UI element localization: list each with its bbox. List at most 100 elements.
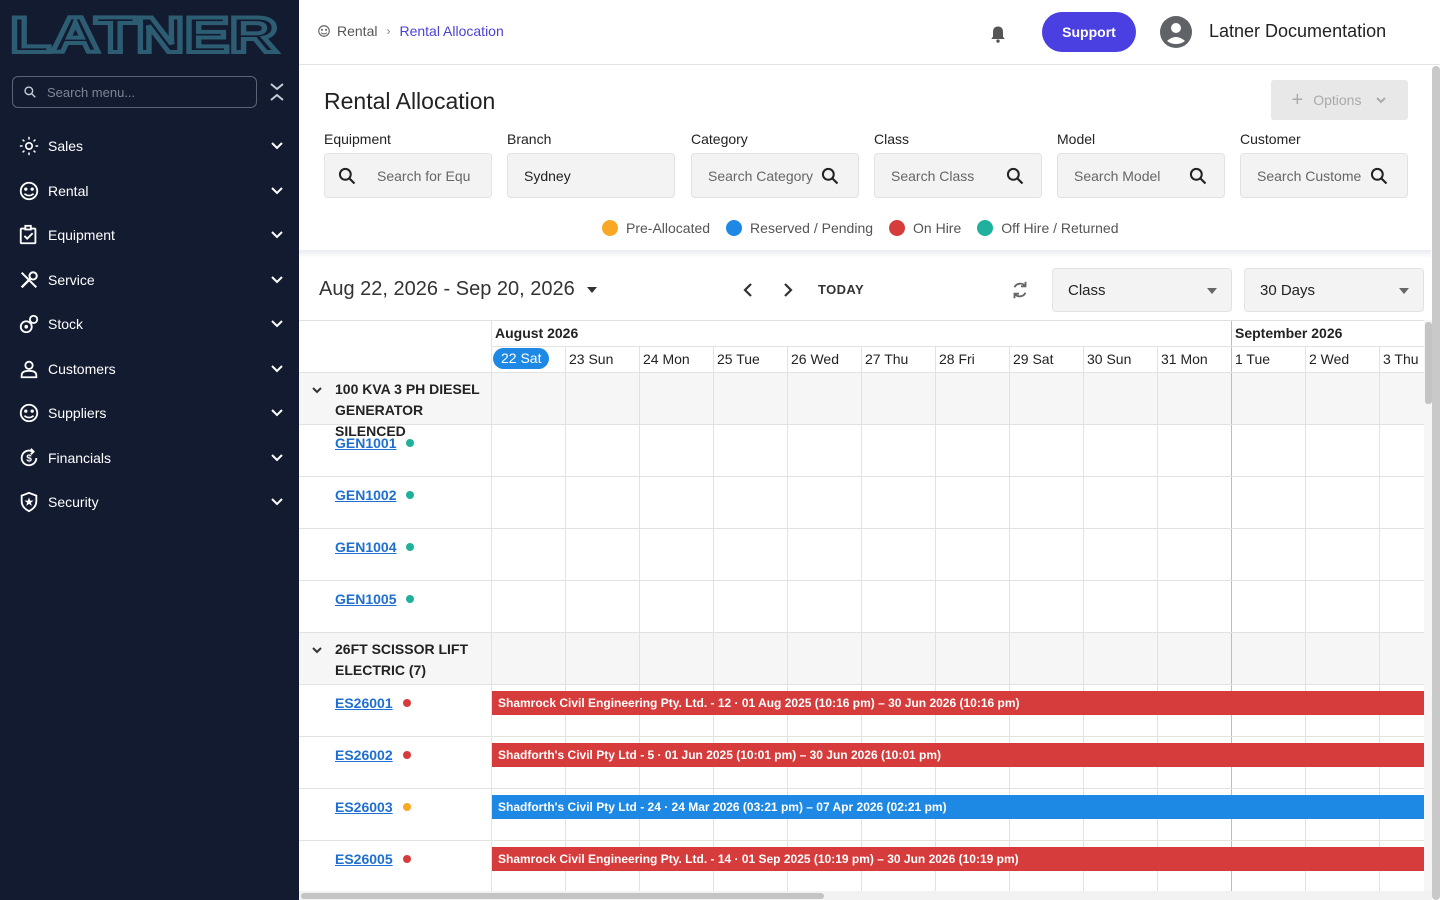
legend-on-hire: On Hire — [889, 220, 961, 236]
day-label[interactable]: 30 Sun — [1087, 351, 1131, 367]
sidebar-item-rental[interactable]: Rental — [0, 171, 299, 211]
branch-filter[interactable]: Sydney — [507, 153, 675, 198]
period-value: 30 Days — [1260, 281, 1316, 299]
horizontal-scroll-thumb[interactable] — [301, 893, 824, 899]
equipment-link[interactable]: GEN1005 — [335, 591, 415, 607]
customer-search-input[interactable] — [1257, 167, 1369, 184]
booking-bar[interactable]: Shadforth's Civil Pty Ltd - 5 · 01 Jun 2… — [492, 743, 1424, 767]
category-search-input[interactable] — [708, 167, 820, 184]
group-title: 100 KVA 3 PH DIESEL GENERATOR SILENCED — [335, 381, 480, 439]
legend-pre-allocated: Pre-Allocated — [602, 220, 710, 236]
chevron-down-icon[interactable] — [311, 384, 323, 396]
chevron-down-icon — [271, 409, 283, 417]
search-menu-input[interactable] — [47, 84, 227, 100]
latner-logo[interactable]: LATNER — [10, 6, 282, 60]
day-label[interactable]: 31 Mon — [1161, 351, 1208, 367]
sidebar-item-sales[interactable]: Sales — [0, 126, 299, 166]
status-dot — [402, 699, 411, 707]
equipment-search-input[interactable] — [377, 167, 477, 184]
chevron-down-icon — [271, 142, 283, 150]
chevron-down-icon — [271, 454, 283, 462]
options-button[interactable]: + Options — [1271, 80, 1408, 120]
page-scroll-thumb[interactable] — [1432, 66, 1440, 900]
status-dot — [402, 751, 411, 759]
group-by-value: Class — [1068, 281, 1106, 299]
search-icon[interactable] — [1188, 166, 1208, 186]
equipment-link[interactable]: ES26005 — [335, 851, 411, 867]
avatar[interactable] — [1160, 16, 1192, 48]
svg-text:$: $ — [26, 454, 32, 465]
day-label[interactable]: 28 Fri — [939, 351, 975, 367]
sidebar-item-suppliers[interactable]: Suppliers — [0, 393, 299, 433]
day-label[interactable]: 26 Wed — [791, 351, 839, 367]
search-icon[interactable] — [1369, 166, 1389, 186]
collapse-icon[interactable] — [268, 82, 286, 102]
sidebar-item-customers[interactable]: Customers — [0, 349, 299, 389]
day-label[interactable]: 23 Sun — [569, 351, 613, 367]
equipment-id[interactable]: GEN1004 — [335, 539, 396, 555]
day-label[interactable]: 1 Tue — [1235, 351, 1270, 367]
equipment-id[interactable]: ES26003 — [335, 799, 393, 815]
booking-bar[interactable]: Shamrock Civil Engineering Pty. Ltd. - 1… — [492, 847, 1424, 871]
equipment-link[interactable]: ES26003 — [335, 799, 411, 815]
day-label[interactable]: 2 Wed — [1309, 351, 1349, 367]
support-button[interactable]: Support — [1042, 12, 1136, 52]
chevron-down-icon[interactable] — [311, 644, 323, 656]
today-day-label[interactable]: 22 Sat — [493, 348, 550, 369]
booking-bar[interactable]: Shadforth's Civil Pty Ltd - 24 · 24 Mar … — [492, 795, 1424, 819]
search-icon[interactable] — [1005, 166, 1025, 186]
previous-period-button[interactable] — [738, 280, 758, 300]
day-label[interactable]: 3 Thu — [1383, 351, 1419, 367]
panel-divider — [299, 250, 1431, 258]
equipment-link[interactable]: ES26002 — [335, 747, 411, 763]
legend-reserved: Reserved / Pending — [726, 220, 873, 236]
booking-bar[interactable]: Shamrock Civil Engineering Pty. Ltd. - 1… — [492, 691, 1424, 715]
refresh-icon[interactable] — [1009, 279, 1031, 301]
legend-dot — [977, 220, 994, 236]
sidebar-item-label: Security — [48, 494, 99, 510]
day-label[interactable]: 25 Tue — [717, 351, 760, 367]
equipment-link[interactable]: ES26001 — [335, 695, 411, 711]
equipment-id[interactable]: ES26005 — [335, 851, 393, 867]
equipment-link[interactable]: GEN1001 — [335, 435, 415, 451]
equipment-id[interactable]: GEN1001 — [335, 435, 396, 451]
sidebar-item-financials[interactable]: $ Financials — [0, 438, 299, 478]
day-label[interactable]: 24 Mon — [643, 351, 690, 367]
grid-row-line — [299, 840, 1424, 841]
status-dot — [406, 491, 415, 499]
search-icon — [338, 167, 356, 184]
sidebar-item-service[interactable]: Service — [0, 260, 299, 300]
user-name[interactable]: Latner Documentation — [1209, 21, 1386, 42]
financials-icon: $ — [18, 447, 40, 469]
equipment-id[interactable]: ES26002 — [335, 747, 393, 763]
model-search-input[interactable] — [1074, 167, 1188, 184]
sidebar-item-stock[interactable]: Stock — [0, 304, 299, 344]
group-by-select[interactable]: Class — [1052, 268, 1232, 312]
equipment-link[interactable]: GEN1004 — [335, 539, 415, 555]
vertical-scroll-thumb[interactable] — [1425, 322, 1432, 404]
bell-icon[interactable] — [988, 24, 1008, 44]
day-label[interactable]: 29 Sat — [1013, 351, 1053, 367]
rental-scheduler: August 2026 September 2026 22 Sat 23 Sun 24 … — [299, 320, 1424, 891]
next-period-button[interactable] — [778, 280, 798, 300]
class-search-input[interactable] — [891, 167, 1005, 184]
equipment-id[interactable]: GEN1002 — [335, 487, 396, 503]
equipment-id[interactable]: GEN1005 — [335, 591, 396, 607]
equipment-id[interactable]: ES26001 — [335, 695, 393, 711]
search-icon[interactable] — [820, 166, 840, 186]
sidebar-item-security[interactable]: Security — [0, 482, 299, 522]
date-range-picker[interactable]: Aug 22, 2026 - Sep 20, 2026 — [319, 278, 597, 301]
branch-value: Sydney — [524, 167, 571, 184]
class-filter — [874, 153, 1042, 198]
today-button[interactable]: TODAY — [818, 282, 864, 297]
customer-filter — [1240, 153, 1408, 198]
status-legend: Pre-Allocated Reserved / Pending On Hire… — [602, 220, 1135, 236]
period-select[interactable]: 30 Days — [1244, 268, 1424, 312]
breadcrumb-rental[interactable]: Rental — [337, 23, 377, 39]
day-label[interactable]: 27 Thu — [865, 351, 908, 367]
sidebar-item-equipment[interactable]: Equipment — [0, 215, 299, 255]
security-icon — [18, 491, 40, 513]
date-range-text: Aug 22, 2026 - Sep 20, 2026 — [319, 278, 575, 300]
equipment-icon — [18, 224, 40, 246]
equipment-link[interactable]: GEN1002 — [335, 487, 415, 503]
